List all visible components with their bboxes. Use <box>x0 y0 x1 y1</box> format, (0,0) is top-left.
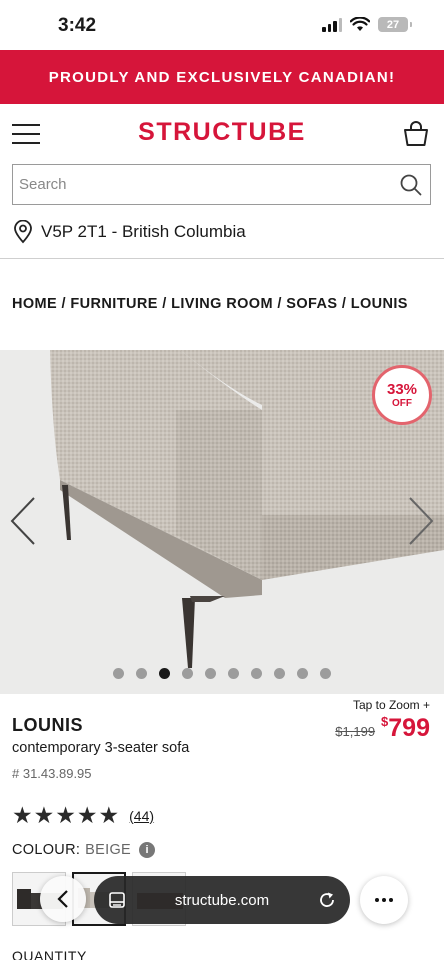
more-icon[interactable] <box>360 876 408 924</box>
rating-stars: ★ ★ ★ ★ ★ <box>12 804 119 827</box>
browser-back-button[interactable] <box>40 876 86 922</box>
location-text: V5P 2T1 - British Columbia <box>41 222 246 241</box>
colour-selector-label: COLOUR: BEIGE i <box>12 842 155 858</box>
carousel-dot[interactable] <box>228 668 239 679</box>
carousel-dot[interactable] <box>320 668 331 679</box>
battery-level: 27 <box>386 18 400 31</box>
carousel-dot[interactable] <box>251 668 262 679</box>
status-bar: 3:42 27 <box>0 0 444 50</box>
status-time: 3:42 <box>58 15 97 36</box>
carousel-dot[interactable] <box>297 668 308 679</box>
carousel-dots <box>0 668 444 679</box>
breadcrumb-home[interactable]: HOME <box>12 296 57 312</box>
breadcrumb-lounis[interactable]: LOUNIS <box>351 296 408 312</box>
breadcrumb-separator: / <box>272 296 287 312</box>
tap-to-zoom[interactable]: Tap to Zoom + <box>353 698 430 712</box>
discount-badge: 33% OFF <box>372 365 432 425</box>
star-icon: ★ <box>33 802 55 828</box>
breadcrumb-living-room[interactable]: LIVING ROOM <box>171 296 273 312</box>
location-pin-icon <box>14 220 32 244</box>
chevron-left-icon <box>57 890 68 908</box>
site-header: STRUCTUBE <box>0 104 444 162</box>
info-icon[interactable]: i <box>139 842 155 858</box>
review-count-link[interactable]: (44) <box>129 808 154 824</box>
star-icon: ★ <box>12 802 33 828</box>
carousel-dot[interactable] <box>113 668 124 679</box>
promo-text: PROUDLY AND EXCLUSIVELY CANADIAN! <box>48 68 396 86</box>
search-input[interactable] <box>19 176 430 193</box>
product-name: LOUNIS <box>12 715 84 735</box>
quantity-label: QUANTITY <box>12 948 87 960</box>
sale-price: $799 <box>381 714 430 743</box>
star-icon: ★ <box>55 802 76 828</box>
breadcrumb-furniture[interactable]: FURNITURE <box>70 296 157 312</box>
browser-url-bar[interactable]: structube.com <box>94 876 350 924</box>
carousel-dot[interactable] <box>182 668 193 679</box>
product-description: contemporary 3-seater sofa <box>12 740 190 756</box>
signal-icon <box>322 17 342 32</box>
site-logo[interactable]: STRUCTUBE <box>0 118 444 147</box>
divider <box>0 258 444 259</box>
carousel-dot[interactable] <box>274 668 285 679</box>
promo-banner[interactable]: PROUDLY AND EXCLUSIVELY CANADIAN! <box>0 50 444 104</box>
carousel-dot[interactable] <box>205 668 216 679</box>
carousel-dot[interactable] <box>136 668 147 679</box>
wifi-icon <box>350 17 370 31</box>
price: $1,199 $799 <box>335 714 430 743</box>
breadcrumb-separator: / <box>57 296 71 312</box>
chevron-right-icon[interactable] <box>406 496 436 546</box>
tabs-icon[interactable] <box>108 891 126 909</box>
breadcrumb-sofas[interactable]: SOFAS <box>286 296 337 312</box>
star-icon: ★ <box>76 802 98 828</box>
product-rating: ★ ★ ★ ★ ★ (44) <box>12 804 154 827</box>
browser-url: structube.com <box>174 891 270 909</box>
colour-label: COLOUR: <box>12 842 81 858</box>
discount-label: OFF <box>392 397 412 409</box>
star-icon: ★ <box>98 802 120 828</box>
reload-icon[interactable] <box>318 891 336 909</box>
carousel-dot-active[interactable] <box>159 668 170 679</box>
breadcrumb: HOME / FURNITURE / LIVING ROOM / SOFAS /… <box>12 296 408 312</box>
cart-icon[interactable] <box>402 120 430 148</box>
search-icon[interactable] <box>400 174 422 196</box>
product-sku: # 31.43.89.95 <box>12 766 92 781</box>
old-price: $1,199 <box>335 724 376 739</box>
status-icons: 27 <box>322 17 412 32</box>
location-selector[interactable]: V5P 2T1 - British Columbia <box>13 220 246 244</box>
breadcrumb-separator: / <box>337 296 351 312</box>
search-bar <box>12 164 431 205</box>
discount-percent: 33% <box>386 380 418 398</box>
breadcrumb-separator: / <box>157 296 172 312</box>
battery-icon: 27 <box>378 17 412 32</box>
sale-price-value: 799 <box>388 714 430 742</box>
chevron-left-icon[interactable] <box>8 496 38 546</box>
colour-value: BEIGE <box>85 842 131 858</box>
